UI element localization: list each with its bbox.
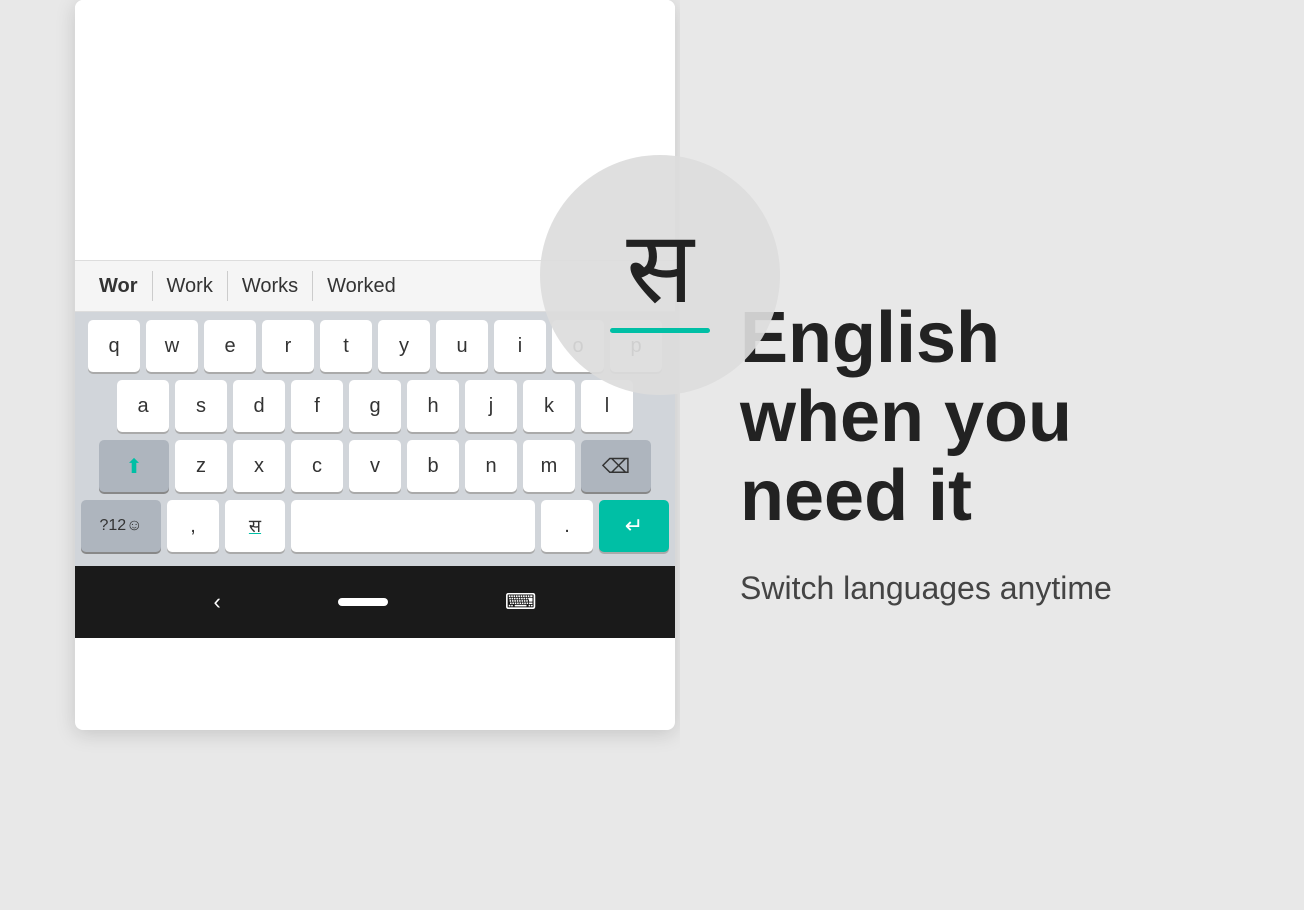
key-h[interactable]: h — [407, 380, 459, 432]
nav-home-button[interactable] — [338, 598, 388, 606]
key-x[interactable]: x — [233, 440, 285, 492]
key-comma[interactable]: , — [167, 500, 219, 552]
key-u[interactable]: u — [436, 320, 488, 372]
key-r[interactable]: r — [262, 320, 314, 372]
nav-bar: ‹ ⌨ — [75, 566, 675, 638]
left-panel: Wor Work Works Worked q w e r t y u i o … — [0, 0, 680, 910]
suggestion-wor[interactable]: Wor — [85, 267, 152, 306]
key-period[interactable]: . — [541, 500, 593, 552]
key-delete[interactable] — [581, 440, 651, 492]
key-s[interactable]: s — [175, 380, 227, 432]
keyboard-row-2: a s d f g h j k l — [81, 380, 669, 432]
key-n[interactable]: n — [465, 440, 517, 492]
sub-heading: Switch languages anytime — [740, 566, 1264, 611]
key-space[interactable] — [291, 500, 535, 552]
heading-line3: need it — [740, 456, 972, 536]
key-nums[interactable]: ?12☺ — [81, 500, 161, 552]
key-j[interactable]: j — [465, 380, 517, 432]
key-w[interactable]: w — [146, 320, 198, 372]
shift-arrow-icon — [126, 454, 143, 479]
key-c[interactable]: c — [291, 440, 343, 492]
popup-hindi-char: स — [626, 218, 694, 318]
key-v[interactable]: v — [349, 440, 401, 492]
enter-icon — [625, 513, 643, 539]
popup-underline — [610, 328, 710, 333]
main-heading: English when you need it — [740, 299, 1264, 537]
key-z[interactable]: z — [175, 440, 227, 492]
suggestion-worked[interactable]: Worked — [313, 267, 410, 306]
suggestion-work[interactable]: Work — [153, 267, 227, 306]
right-panel: English when you need it Switch language… — [680, 0, 1304, 910]
nav-back-icon[interactable]: ‹ — [213, 589, 220, 615]
heading-line2: when you — [740, 377, 1072, 457]
key-y[interactable]: y — [378, 320, 430, 372]
key-t[interactable]: t — [320, 320, 372, 372]
key-d[interactable]: d — [233, 380, 285, 432]
key-a[interactable]: a — [117, 380, 169, 432]
key-hindi[interactable]: स — [225, 500, 285, 552]
key-b[interactable]: b — [407, 440, 459, 492]
key-shift[interactable] — [99, 440, 169, 492]
key-enter[interactable] — [599, 500, 669, 552]
heading-line1: English — [740, 298, 1000, 378]
key-m[interactable]: m — [523, 440, 575, 492]
key-g[interactable]: g — [349, 380, 401, 432]
hindi-char-popup: स — [540, 155, 780, 395]
keyboard-row-4: ?12☺ , स . — [81, 500, 669, 552]
delete-icon — [602, 454, 630, 479]
nav-keyboard-icon[interactable]: ⌨ — [505, 589, 537, 615]
key-f[interactable]: f — [291, 380, 343, 432]
key-q[interactable]: q — [88, 320, 140, 372]
suggestion-works[interactable]: Works — [228, 267, 312, 306]
key-i[interactable]: i — [494, 320, 546, 372]
key-k[interactable]: k — [523, 380, 575, 432]
keyboard-row-3: z x c v b n m — [81, 440, 669, 492]
key-e[interactable]: e — [204, 320, 256, 372]
